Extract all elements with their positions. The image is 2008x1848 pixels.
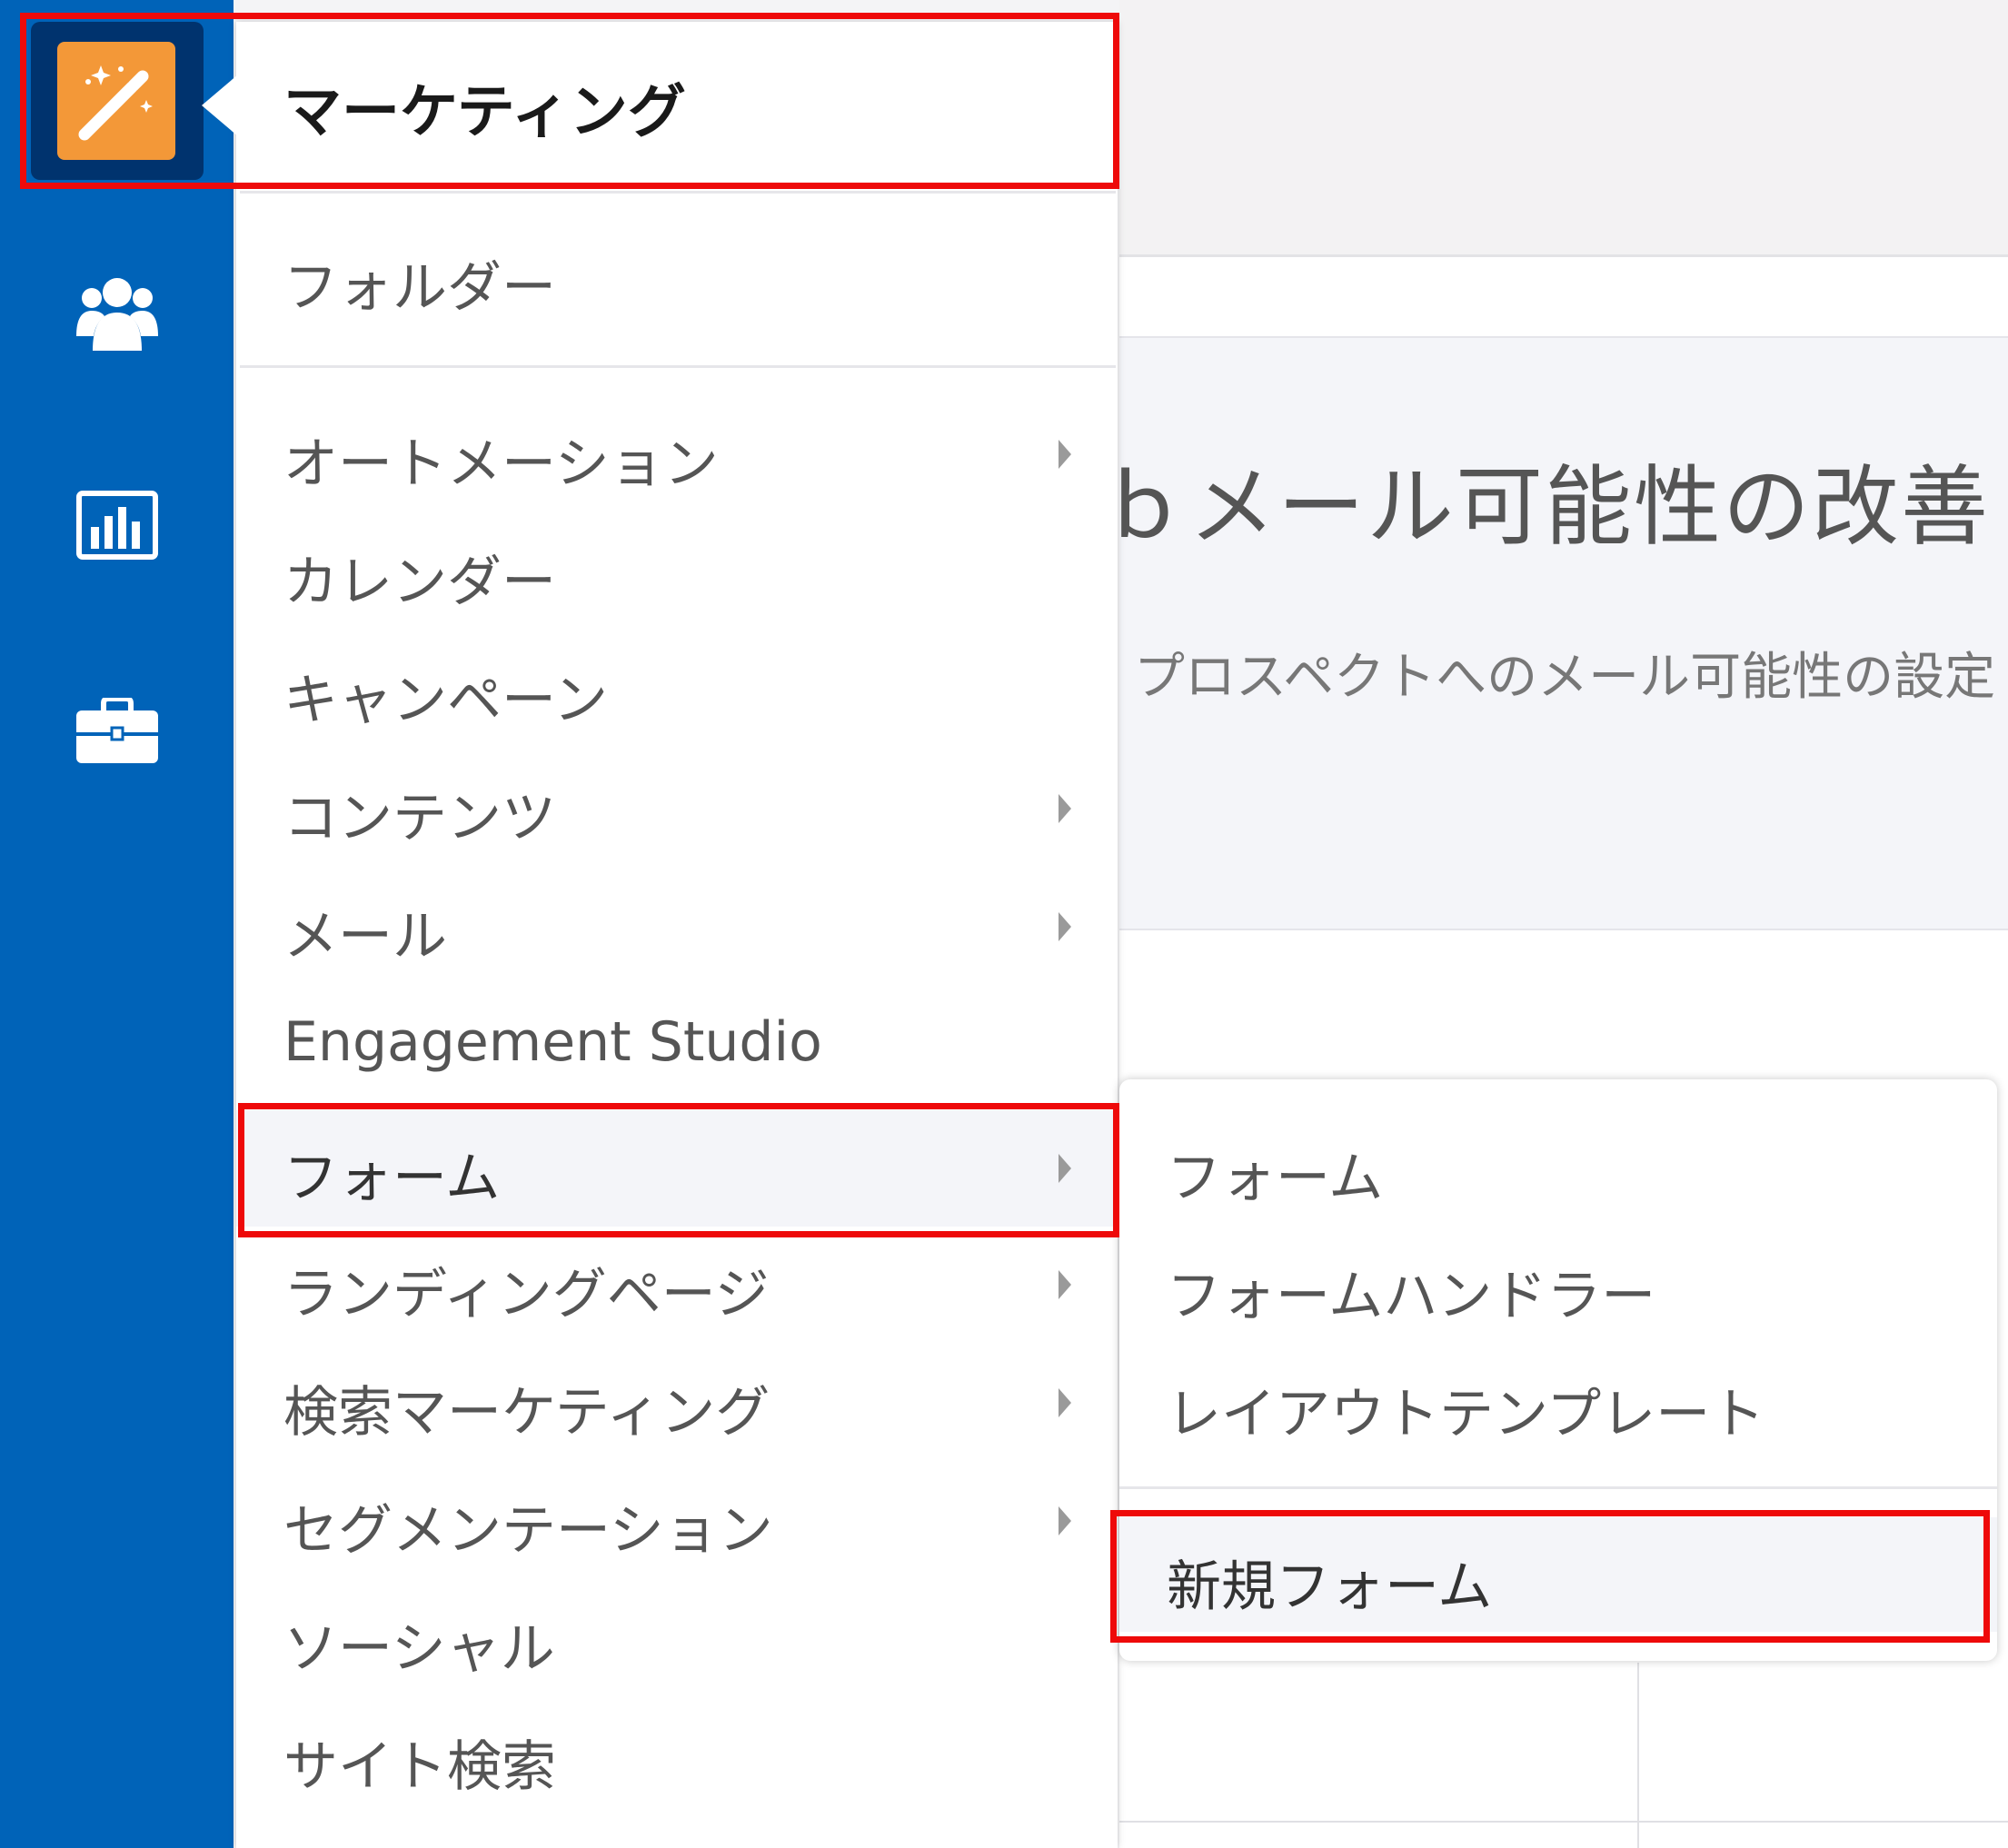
menu-item-label: セグメンテーション	[283, 1499, 773, 1563]
hero-subtitle: プロスペクトへのメール可能性の設定	[1134, 648, 1996, 707]
submenu-item-label: レイアウトテンプレート	[1167, 1383, 1765, 1446]
briefcase-icon	[76, 698, 158, 763]
bar-chart-icon	[76, 491, 158, 560]
menu-divider	[240, 191, 1116, 194]
menu-item-label: オートメーション	[283, 432, 719, 496]
chevron-right-icon	[1059, 440, 1071, 469]
chevron-right-icon	[1059, 1270, 1071, 1299]
chevron-right-icon	[1059, 1388, 1071, 1417]
highlight-marketing	[20, 13, 1119, 189]
menu-item-label: 検索マーケティング	[283, 1381, 770, 1445]
menu-item-segmentation[interactable]: セグメンテーション	[236, 1463, 1118, 1579]
menu-item-engagement-studio[interactable]: Engagement Studio	[236, 987, 1118, 1103]
hero-title: ｂメール可能性の改善	[1099, 456, 1990, 558]
submenu-item-form-handlers[interactable]: フォームハンドラー	[1119, 1227, 1997, 1341]
menu-item-folders[interactable]: フォルダー	[236, 220, 1118, 336]
menu-item-content[interactable]: コンテンツ	[236, 750, 1118, 867]
menu-item-label: サイト検索	[283, 1735, 556, 1799]
highlight-new-form	[1110, 1510, 1990, 1643]
submenu-item-label: フォームハンドラー	[1167, 1265, 1656, 1328]
submenu-divider	[1119, 1486, 1997, 1489]
chevron-right-icon	[1059, 1506, 1071, 1535]
submenu-item-forms[interactable]: フォーム	[1119, 1108, 1997, 1223]
menu-item-automation[interactable]: オートメーション	[236, 396, 1118, 512]
menu-item-label: ランディングページ	[283, 1263, 770, 1326]
menu-item-label: カレンダー	[283, 551, 556, 614]
menu-item-label: キャンペーン	[283, 669, 608, 732]
menu-divider	[240, 365, 1116, 368]
rail-admin-button[interactable]	[76, 698, 158, 765]
menu-item-site-search[interactable]: サイト検索	[236, 1699, 1118, 1815]
menu-item-social[interactable]: ソーシャル	[236, 1581, 1118, 1697]
hero-panel	[1119, 336, 2008, 930]
rail-users-button[interactable]	[76, 273, 158, 353]
menu-item-label: メール	[283, 905, 447, 969]
chevron-right-icon	[1059, 794, 1071, 823]
menu-item-label: Engagement Studio	[283, 1010, 822, 1074]
chevron-right-icon	[1059, 912, 1071, 941]
menu-item-label: コンテンツ	[283, 787, 556, 850]
submenu-item-label: フォーム	[1167, 1147, 1384, 1210]
rail-reports-button[interactable]	[76, 491, 158, 560]
menu-item-label: ソーシャル	[283, 1617, 555, 1681]
submenu-item-layout-templates[interactable]: レイアウトテンプレート	[1119, 1345, 1997, 1459]
top-bar	[1119, 0, 2008, 257]
users-icon	[76, 278, 158, 351]
menu-item-landing-pages[interactable]: ランディングページ	[236, 1227, 1118, 1343]
table-divider	[1119, 1821, 2008, 1823]
left-nav-rail	[0, 0, 234, 1848]
menu-item-search-marketing[interactable]: 検索マーケティング	[236, 1345, 1118, 1461]
menu-item-email[interactable]: メール	[236, 869, 1118, 985]
menu-item-label: フォルダー	[283, 256, 556, 320]
menu-item-campaigns[interactable]: キャンペーン	[236, 632, 1118, 749]
menu-item-calendar[interactable]: カレンダー	[236, 514, 1118, 631]
highlight-forms	[238, 1103, 1119, 1237]
